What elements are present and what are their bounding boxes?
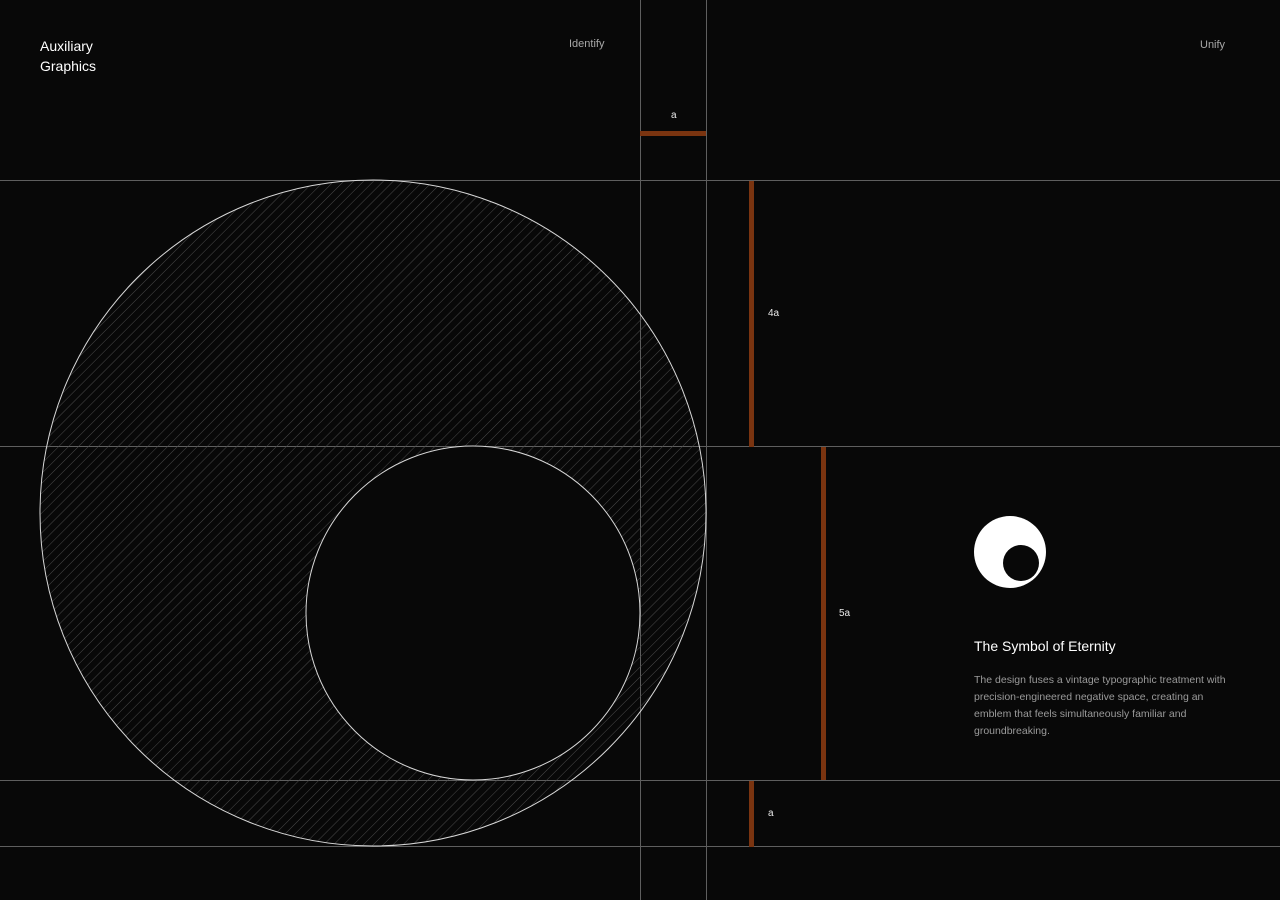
measure-bar-4a bbox=[749, 181, 754, 447]
measure-bar-bottom-a bbox=[749, 781, 754, 847]
symbol-heading: The Symbol of Eternity bbox=[974, 638, 1116, 654]
construction-diagram bbox=[0, 0, 1280, 900]
page-title-line-1: Auxiliary bbox=[40, 38, 93, 54]
inner-circle bbox=[305, 445, 641, 781]
nav-identify[interactable]: Identify bbox=[569, 38, 604, 50]
page-title-line-2: Graphics bbox=[40, 58, 97, 74]
eternity-symbol-icon bbox=[974, 516, 1046, 588]
measure-bar-top-a bbox=[640, 131, 706, 136]
page-title: Auxiliary Graphics bbox=[40, 36, 96, 76]
measure-label-bottom-a: a bbox=[768, 808, 774, 819]
nav-unify[interactable]: Unify bbox=[1200, 39, 1225, 51]
canvas: Auxiliary Graphics Identify Unify a 4a 5… bbox=[0, 0, 1280, 900]
measure-bar-5a bbox=[821, 447, 826, 780]
measure-label-4a: 4a bbox=[768, 308, 780, 319]
symbol-description: The design fuses a vintage typographic t… bbox=[974, 674, 1226, 737]
measure-label-top-a: a bbox=[671, 110, 677, 121]
measure-label-5a: 5a bbox=[839, 608, 851, 619]
